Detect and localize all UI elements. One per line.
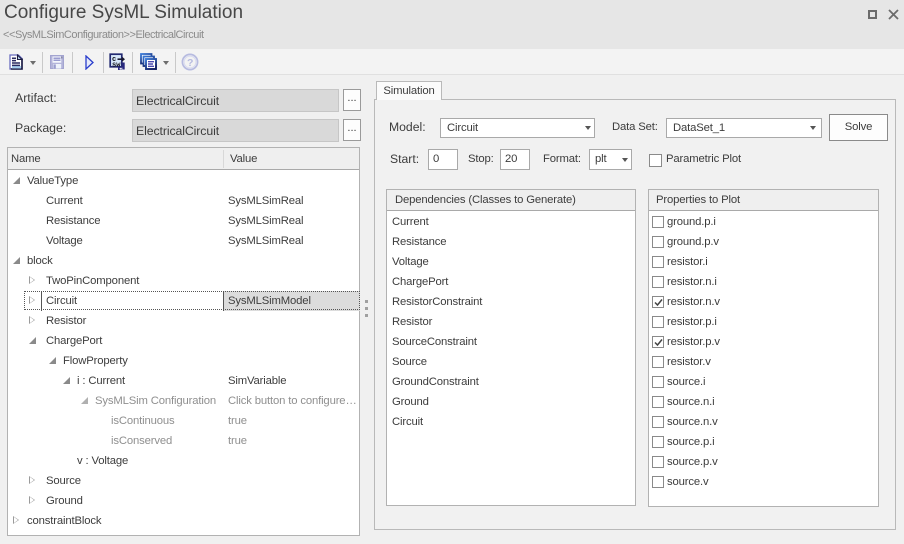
svg-text:?: ? <box>187 57 193 69</box>
